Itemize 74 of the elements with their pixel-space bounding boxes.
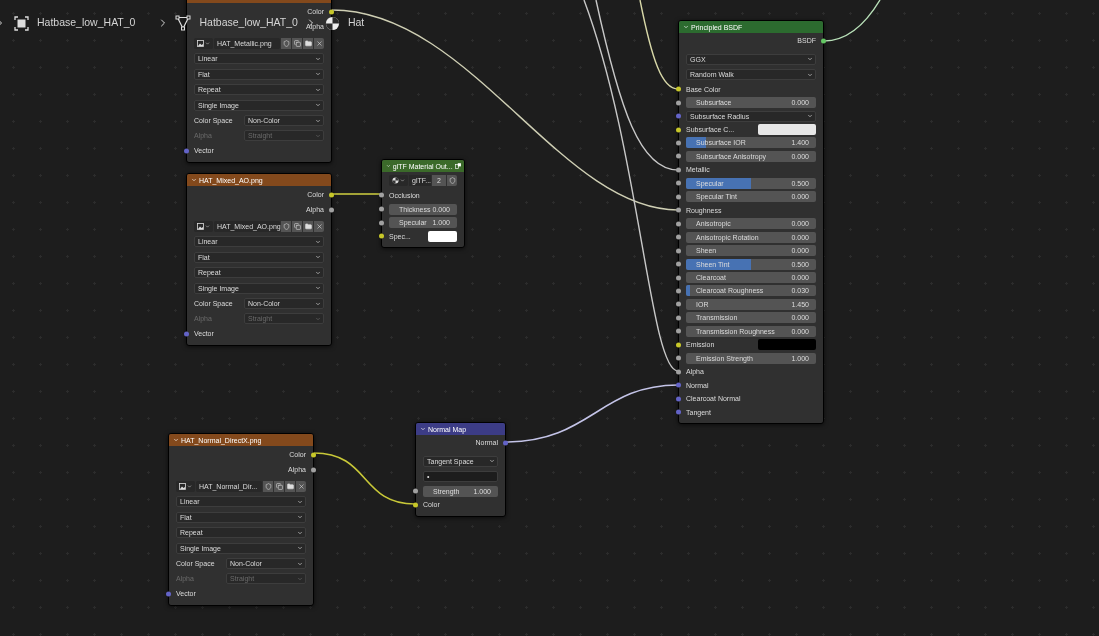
unlink-button[interactable] bbox=[314, 221, 324, 232]
open-button[interactable] bbox=[285, 481, 295, 492]
chevron-icon bbox=[315, 269, 321, 276]
chevron-icon bbox=[315, 102, 321, 109]
color-swatch[interactable] bbox=[757, 124, 816, 136]
breadcrumb-label: Hatbase_low_HAT_0 bbox=[37, 15, 136, 31]
node-group-icon bbox=[454, 162, 461, 170]
node-group-browse-button[interactable] bbox=[389, 175, 408, 187]
chevron-icon bbox=[400, 178, 405, 184]
chevron-icon bbox=[489, 458, 495, 465]
chevron-icon bbox=[297, 575, 303, 582]
shield-icon bbox=[282, 223, 290, 230]
unlink-button[interactable] bbox=[314, 38, 324, 49]
material-icon bbox=[324, 15, 340, 31]
node-editor-canvas[interactable] bbox=[0, 0, 1099, 636]
chevron-icon bbox=[315, 285, 321, 292]
chevron-icon bbox=[315, 71, 321, 78]
collapse-icon[interactable] bbox=[420, 426, 426, 432]
close-icon bbox=[315, 40, 323, 47]
breadcrumb-label: Hat bbox=[347, 15, 365, 31]
chevron-icon bbox=[315, 55, 321, 62]
close-icon bbox=[297, 483, 305, 490]
chevron-icon bbox=[315, 300, 321, 307]
folder-icon bbox=[286, 483, 294, 490]
chevron-icon bbox=[315, 238, 321, 245]
new-image-button[interactable] bbox=[274, 481, 284, 492]
image-icon bbox=[197, 40, 204, 47]
chevron-icon bbox=[297, 545, 303, 552]
image-icon bbox=[197, 223, 204, 230]
breadcrumb-label: Hatbase_low_HAT_0 bbox=[199, 15, 298, 31]
new-image-button[interactable] bbox=[292, 221, 302, 232]
copy-icon bbox=[275, 483, 283, 490]
close-icon bbox=[315, 223, 323, 230]
new-image-button[interactable] bbox=[292, 38, 302, 49]
unlink-button[interactable] bbox=[296, 481, 306, 492]
collapse-icon[interactable] bbox=[683, 24, 689, 30]
chevron-icon bbox=[205, 41, 210, 46]
image-browse-button[interactable] bbox=[194, 221, 213, 232]
chevron-icon bbox=[807, 56, 813, 63]
chevron-icon bbox=[315, 132, 321, 139]
chevron-icon bbox=[187, 484, 192, 489]
open-button[interactable] bbox=[303, 221, 313, 232]
chevron-icon bbox=[807, 71, 813, 78]
shield-icon bbox=[282, 40, 290, 47]
open-button[interactable] bbox=[303, 38, 313, 49]
chevron-icon bbox=[205, 224, 210, 229]
chevron-icon bbox=[297, 498, 303, 505]
shield-icon bbox=[448, 177, 456, 185]
chevron-icon bbox=[297, 529, 303, 536]
collapse-icon[interactable] bbox=[386, 163, 391, 169]
sphere-icon bbox=[392, 177, 399, 185]
copy-icon bbox=[293, 223, 301, 230]
chevron-icon bbox=[807, 113, 813, 120]
image-browse-button[interactable] bbox=[176, 481, 195, 492]
chevron-icon bbox=[315, 315, 321, 322]
folder-icon bbox=[304, 223, 312, 230]
folder-icon bbox=[304, 40, 312, 47]
collapse-icon[interactable] bbox=[173, 437, 179, 443]
chevron-icon bbox=[297, 560, 303, 567]
chevron-icon bbox=[315, 86, 321, 93]
color-swatch[interactable] bbox=[428, 230, 457, 242]
object-icon bbox=[14, 15, 29, 31]
mesh-icon bbox=[175, 15, 192, 31]
chevron-icon bbox=[315, 117, 321, 124]
image-browse-button[interactable] bbox=[194, 38, 213, 49]
collapse-icon[interactable] bbox=[191, 177, 197, 183]
fake-user-button[interactable] bbox=[447, 175, 457, 187]
node-link bbox=[823, 0, 881, 42]
shield-icon bbox=[264, 483, 272, 490]
image-icon bbox=[179, 483, 186, 490]
copy-icon bbox=[293, 40, 301, 47]
color-swatch[interactable] bbox=[757, 339, 816, 351]
chevron-icon bbox=[315, 254, 321, 261]
chevron-icon bbox=[297, 514, 303, 521]
